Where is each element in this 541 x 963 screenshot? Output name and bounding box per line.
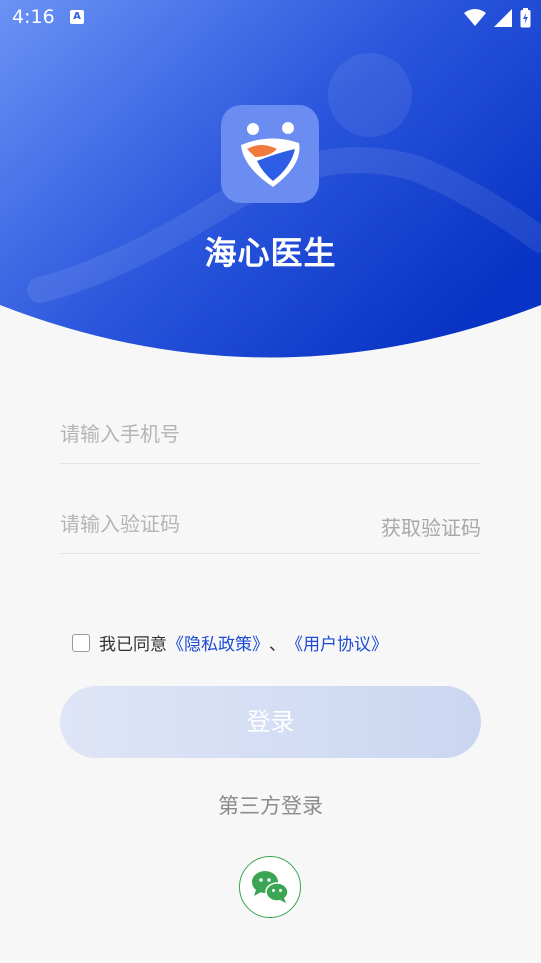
status-icons xyxy=(464,8,531,28)
status-bar: 4:16 A xyxy=(0,0,541,36)
third-party-login-label: 第三方登录 xyxy=(218,794,323,818)
app-logo xyxy=(221,105,319,203)
signal-icon xyxy=(494,9,512,27)
battery-icon xyxy=(520,8,531,28)
wechat-icon xyxy=(252,871,289,903)
wifi-icon xyxy=(464,9,486,26)
code-input[interactable] xyxy=(60,510,340,538)
wechat-login-button[interactable] xyxy=(239,856,301,918)
phone-input[interactable] xyxy=(60,420,360,448)
get-code-button[interactable]: 获取验证码 xyxy=(381,512,481,541)
agreement-row: 我已同意 《隐私政策》 、 《用户协议》 xyxy=(72,630,388,655)
agreement-separator: 、 xyxy=(269,635,286,655)
privacy-policy-link[interactable]: 《隐私政策》 xyxy=(167,630,269,655)
agree-checkbox[interactable] xyxy=(72,633,90,652)
code-underline xyxy=(60,553,481,554)
notification-a-icon: A xyxy=(70,10,84,24)
heart-logo-icon xyxy=(241,122,300,187)
user-agreement-link[interactable]: 《用户协议》 xyxy=(286,630,388,655)
phone-underline xyxy=(60,463,481,464)
app-title: 海心医生 xyxy=(204,234,337,272)
login-button[interactable]: 登录 xyxy=(60,686,481,758)
status-time: 4:16 xyxy=(12,6,55,28)
agreement-prefix: 我已同意 xyxy=(99,635,167,655)
